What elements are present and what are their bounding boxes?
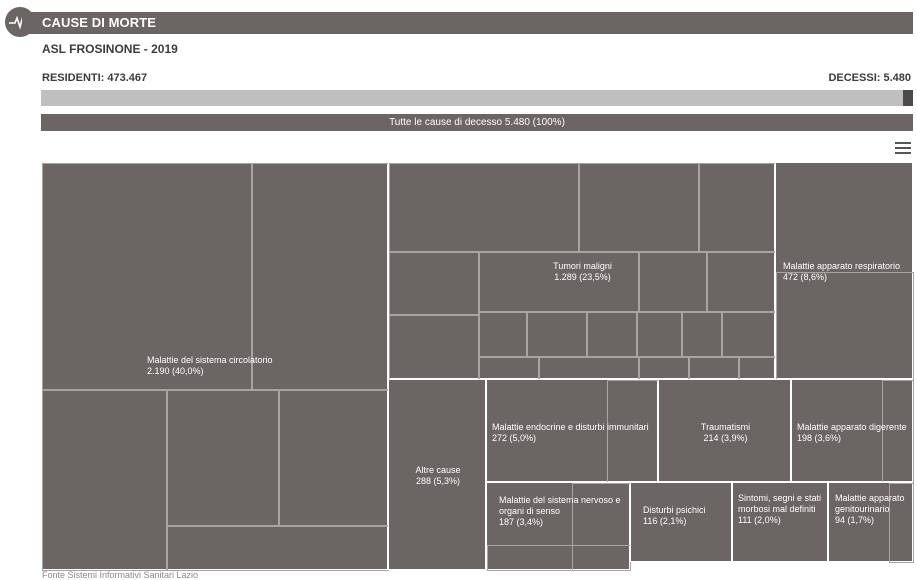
treemap-tile[interactable]: Malattie apparato digerente 198 (3,6%) xyxy=(791,379,914,483)
subtitle: ASL FROSINONE - 2019 xyxy=(42,42,178,56)
treemap-subtile xyxy=(479,252,639,312)
treemap-subtile xyxy=(579,163,699,252)
treemap-subtile xyxy=(389,315,479,380)
treemap-tile-value: 111 (2,0%) xyxy=(738,515,781,525)
treemap-tile[interactable]: Malattie endocrine e disturbi immunitari… xyxy=(486,379,659,483)
treemap-tile-value: 288 (5,3%) xyxy=(415,476,461,486)
treemap-subtile xyxy=(527,312,587,357)
treemap-tile-name: Sintomi, segni e stati morbosi mal defin… xyxy=(738,493,822,514)
treemap-tile-name: Malattie apparato respiratorio xyxy=(783,261,901,271)
treemap-tile[interactable]: Altre cause 288 (5,3%) xyxy=(388,379,486,570)
treemap-tile[interactable]: Traumatismi 214 (3,9%) xyxy=(658,379,791,482)
treemap-tile[interactable]: Malattie apparato genitourinario 94 (1,7%… xyxy=(828,482,914,563)
treemap-subtile xyxy=(252,163,389,390)
deaths-progress-bar xyxy=(41,90,913,106)
treemap-tile-name: Altre cause xyxy=(415,465,461,475)
treemap-tile-value: 214 (3,9%) xyxy=(703,433,748,443)
treemap-subtile xyxy=(167,390,279,526)
treemap-tile-name: Traumatismi xyxy=(700,422,751,432)
treemap-subtile xyxy=(739,357,776,380)
treemap-subtile xyxy=(587,312,637,357)
treemap-tile-label: Traumatismi 214 (3,9%) xyxy=(664,422,787,444)
treemap-subtile xyxy=(889,483,914,563)
treemap-subtile xyxy=(42,390,167,571)
treemap-tile[interactable]: Malattie apparato respiratorio 472 (8,6%) xyxy=(775,162,914,380)
treemap-subtile xyxy=(279,390,389,526)
treemap-tile[interactable]: Malattie del sistema nervoso e organi di… xyxy=(486,482,631,571)
treemap-tile[interactable]: Sintomi, segni e stati morbosi mal defin… xyxy=(732,482,828,562)
treemap-tile[interactable]: Disturbi psichici 116 (2,1%) xyxy=(630,482,732,562)
residents-label: RESIDENTI: 473.467 xyxy=(42,72,148,84)
treemap-subtile xyxy=(707,252,776,312)
treemap-subtile xyxy=(479,312,527,357)
treemap-subtile xyxy=(637,312,682,357)
source-footer: Fonte Sistemi Informativi Sanitari Lazio xyxy=(42,570,199,580)
hamburger-menu-icon[interactable] xyxy=(895,142,911,154)
treemap-subtile xyxy=(42,163,252,390)
treemap-tile-label: Altre cause 288 (5,3%) xyxy=(394,465,482,487)
treemap-subtile xyxy=(722,312,776,357)
treemap-subtile xyxy=(639,357,689,380)
page-title: CAUSE DI MORTE xyxy=(42,15,157,30)
treemap-tile-label: Sintomi, segni e stati morbosi mal defin… xyxy=(738,493,824,526)
treemap-subtile xyxy=(539,357,639,380)
treemap-tile[interactable]: Malattie del sistema circolatorio 2.190 (… xyxy=(41,162,389,571)
treemap-tile-label: Disturbi psichici 116 (2,1%) xyxy=(643,505,735,527)
treemap-subtile xyxy=(699,163,776,252)
deaths-label: DECESSI: 5.480 xyxy=(828,72,911,84)
treemap-subtile xyxy=(487,545,631,571)
treemap-subtile xyxy=(682,312,722,357)
treemap-subtile xyxy=(639,252,707,312)
treemap-chart: Malattie del sistema circolatorio 2.190 (… xyxy=(41,162,914,571)
deaths-progress-fill xyxy=(902,90,913,106)
all-causes-bar[interactable]: Tutte le cause di decesso 5.480 (100%) xyxy=(41,114,913,131)
treemap-subtile xyxy=(882,380,914,483)
treemap-subtile xyxy=(389,163,579,252)
treemap-tile[interactable]: Tumori maligni 1.289 (23,5%) xyxy=(388,162,776,380)
treemap-tile-value: 116 (2,1%) xyxy=(643,516,687,526)
treemap-subtile xyxy=(479,357,539,380)
treemap-subtile xyxy=(167,526,389,571)
treemap-subtile xyxy=(776,272,914,380)
treemap-subtile xyxy=(607,380,659,483)
treemap-subtile xyxy=(689,357,739,380)
treemap-tile-name: Disturbi psichici xyxy=(643,505,706,515)
treemap-subtile xyxy=(389,252,479,315)
